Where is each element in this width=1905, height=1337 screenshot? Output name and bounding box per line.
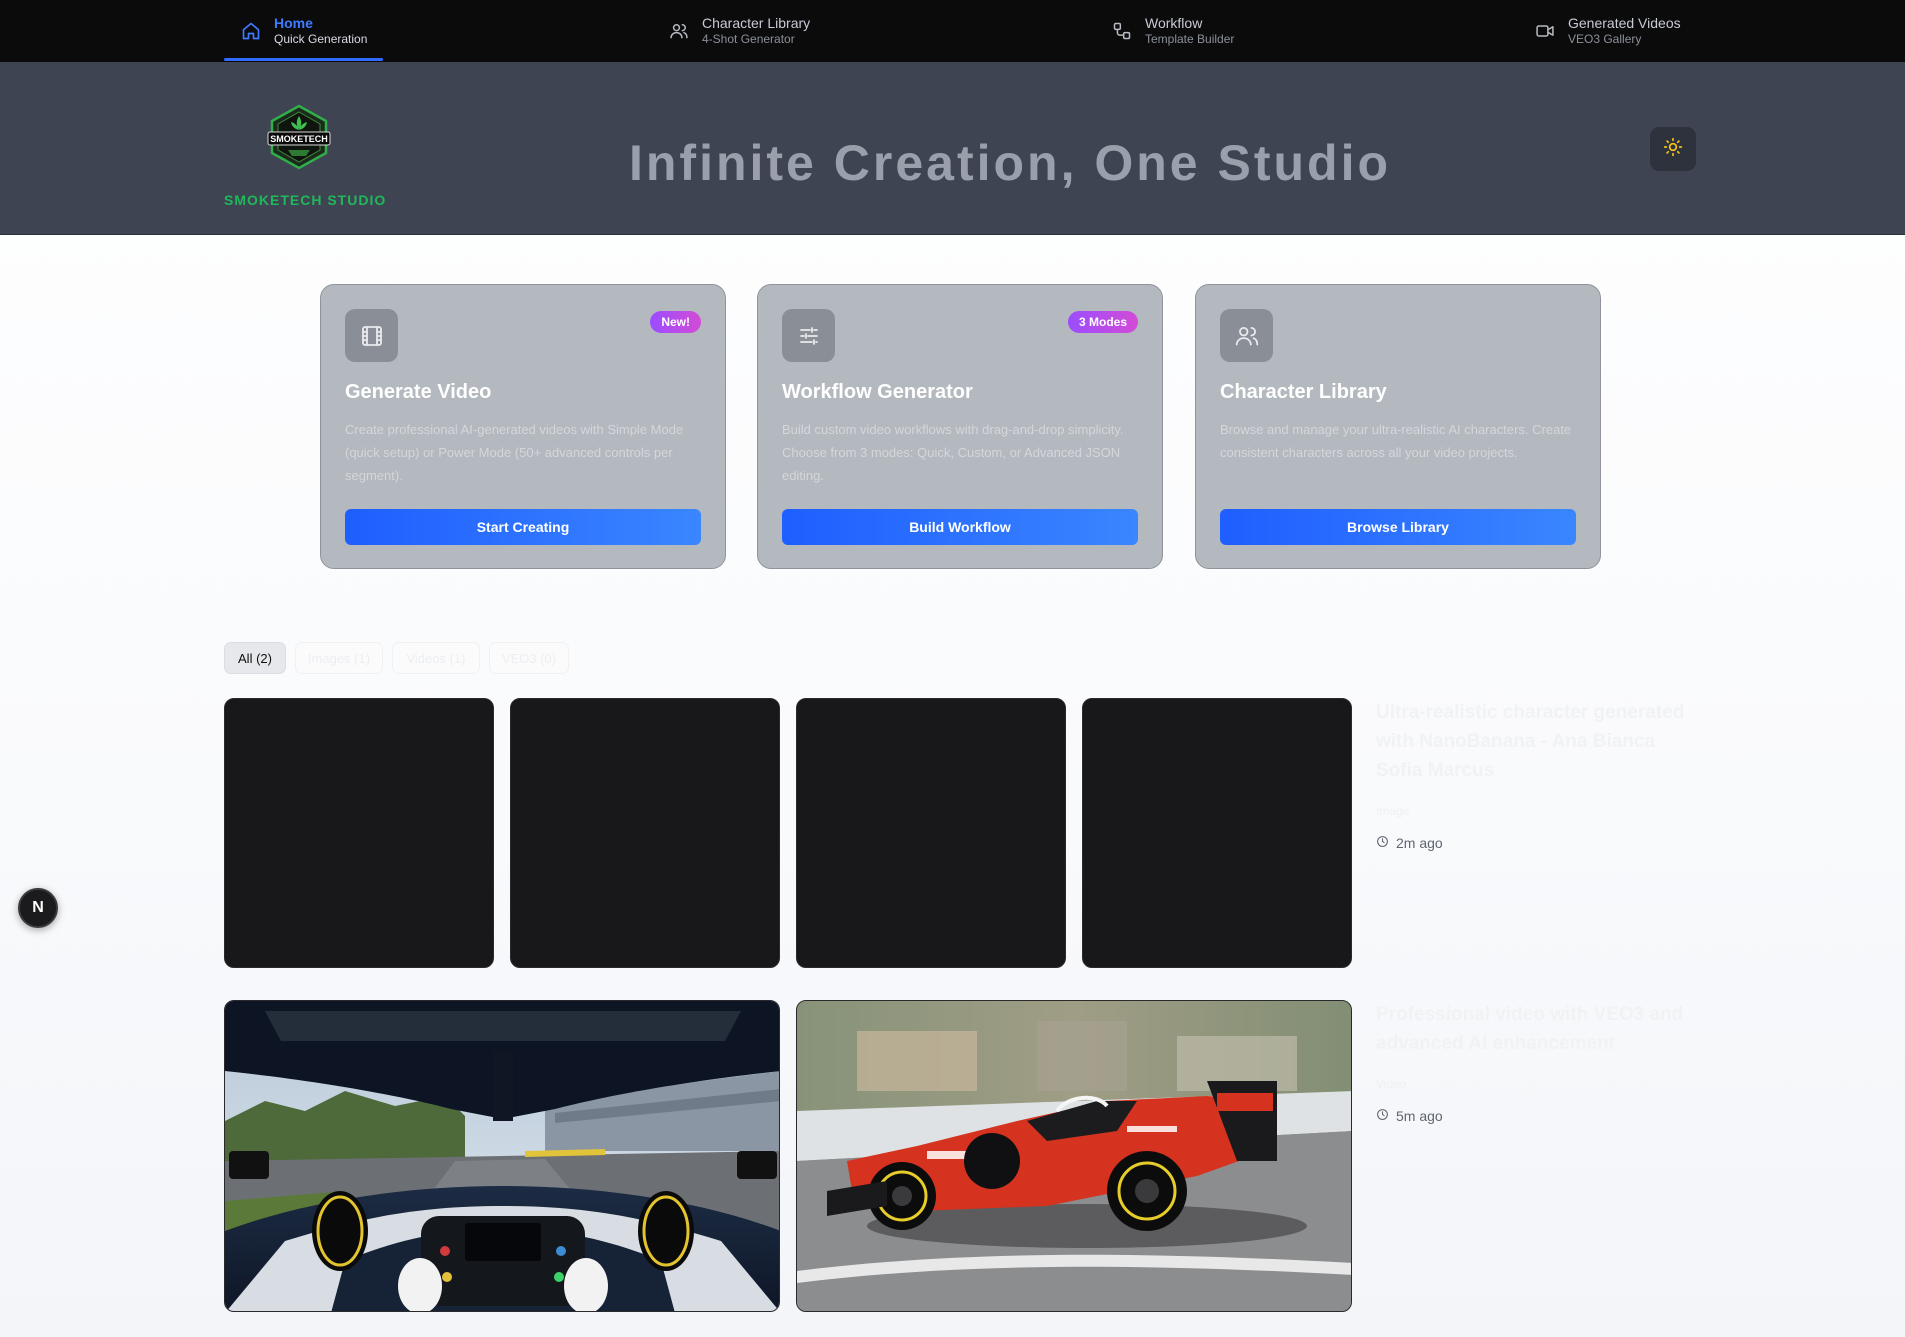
nav-item-workflow[interactable]: Workflow Template Builder <box>1111 0 1234 62</box>
video-camera-icon <box>1534 20 1556 42</box>
entry-title: Ultra-realistic character generated with… <box>1376 702 1685 781</box>
nav-label: Character Library <box>702 14 811 31</box>
card-description: Create professional AI-generated videos … <box>345 422 684 483</box>
card-title: Workflow Generator <box>782 381 973 403</box>
filter-all[interactable]: All (2) <box>224 642 286 674</box>
card-description: Browse and manage your ultra-realistic A… <box>1220 422 1572 460</box>
brand-name: SMOKETECH STUDIO <box>224 192 387 208</box>
entry-title: Professional video with VEO3 and advance… <box>1376 1004 1684 1054</box>
sun-icon <box>1663 137 1683 162</box>
nav-sublabel: VEO3 Gallery <box>1568 32 1642 47</box>
users-icon <box>1220 309 1273 362</box>
timestamp-text: 5m ago <box>1396 1108 1443 1124</box>
nav-sublabel: 4-Shot Generator <box>702 32 795 47</box>
sliders-icon <box>782 309 835 362</box>
film-icon <box>345 309 398 362</box>
users-icon <box>668 20 690 42</box>
nav-item-character-library[interactable]: Character Library 4-Shot Generator <box>668 0 810 62</box>
image-thumbnail[interactable] <box>224 698 494 968</box>
nav-label: Workflow <box>1145 14 1203 31</box>
entry-type-tag: Image <box>1376 804 1410 818</box>
entry-timestamp: 2m ago <box>1376 835 1443 851</box>
theme-toggle-button[interactable] <box>1650 127 1696 171</box>
card-description: Build custom video workflows with drag-a… <box>782 422 1124 483</box>
filter-images[interactable]: Images (1) <box>295 642 383 674</box>
nav-item-home[interactable]: Home Quick Generation <box>240 0 367 62</box>
nav-item-generated-videos[interactable]: Generated Videos VEO3 Gallery <box>1534 0 1681 62</box>
nav-label: Home <box>274 14 313 31</box>
hero-banner: SMOKETECH SMOKETECH STUDIO Infinite Crea… <box>0 62 1905 235</box>
image-thumbnail[interactable] <box>1082 698 1352 968</box>
workflow-icon <box>1111 20 1133 42</box>
nav-sublabel: Template Builder <box>1145 32 1235 47</box>
card-generate-video: New! Generate Video Create professional … <box>320 284 726 569</box>
card-title: Generate Video <box>345 381 492 403</box>
entry-timestamp: 5m ago <box>1376 1108 1443 1124</box>
card-character-library: Character Library Browse and manage your… <box>1195 284 1601 569</box>
build-workflow-button[interactable]: Build Workflow <box>782 509 1138 545</box>
filter-veo3[interactable]: VEO3 (0) <box>489 642 569 674</box>
video-thumbnail-cockpit[interactable] <box>224 1000 780 1312</box>
clock-icon <box>1376 1108 1389 1124</box>
browse-library-button[interactable]: Browse Library <box>1220 509 1576 545</box>
image-thumbnail[interactable] <box>510 698 780 968</box>
card-badge: 3 Modes <box>1067 311 1138 333</box>
card-badge: New! <box>650 311 701 333</box>
dev-tools-badge[interactable]: N <box>18 888 58 928</box>
filter-videos[interactable]: Videos (1) <box>392 642 480 674</box>
image-thumbnail[interactable] <box>796 698 1066 968</box>
nav-sublabel: Quick Generation <box>274 32 368 47</box>
entry-type-tag: Video <box>1376 1077 1407 1091</box>
card-workflow-generator: 3 Modes Workflow Generator Build custom … <box>757 284 1163 569</box>
nav-label: Generated Videos <box>1568 14 1681 31</box>
clock-icon <box>1376 835 1389 851</box>
timestamp-text: 2m ago <box>1396 835 1443 851</box>
start-creating-button[interactable]: Start Creating <box>345 509 701 545</box>
page-title: Infinite Creation, One Studio <box>629 135 1391 191</box>
top-navigation: Home Quick Generation Character Library … <box>0 0 1905 62</box>
card-title: Character Library <box>1220 381 1387 403</box>
video-thumbnail-red-car[interactable] <box>796 1000 1352 1312</box>
home-icon <box>240 20 262 42</box>
active-tab-indicator <box>224 58 383 61</box>
